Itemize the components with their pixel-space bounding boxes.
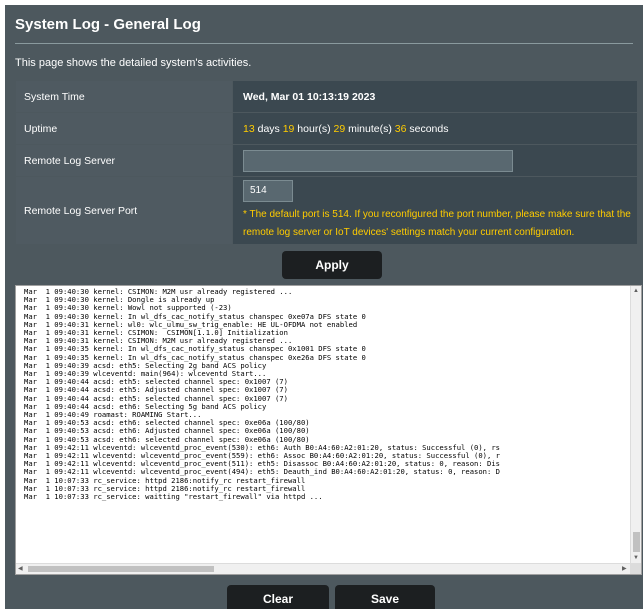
- scroll-up-icon[interactable]: ▲: [633, 288, 639, 294]
- scrollbar-corner: [630, 563, 641, 574]
- apply-button[interactable]: Apply: [282, 251, 382, 279]
- vertical-scrollbar[interactable]: ▲ ▼: [630, 286, 641, 564]
- horizontal-scrollbar[interactable]: ◀ ▶: [16, 563, 632, 574]
- title-divider: [15, 43, 633, 44]
- log-settings-table: System Time Wed, Mar 01 10:13:19 2023 Up…: [15, 80, 638, 245]
- log-content: Mar 1 09:40:30 kernel: CSIMON: M2M usr a…: [24, 288, 632, 558]
- uptime-value: 13 days 19 hour(s) 29 minute(s) 36 secon…: [232, 112, 638, 145]
- system-time-row: System Time Wed, Mar 01 10:13:19 2023: [15, 80, 638, 113]
- log-line: Mar 1 10:07:33 rc_service: waitting "res…: [24, 492, 323, 502]
- remote-log-server-port-cell: 514 * The default port is 514. If you re…: [232, 176, 638, 245]
- scroll-left-icon[interactable]: ◀: [18, 565, 23, 572]
- uptime-hours-unit: hour(s): [294, 122, 334, 135]
- page-title: System Log - General Log: [15, 16, 201, 33]
- scroll-down-icon[interactable]: ▼: [633, 555, 639, 561]
- uptime-days-unit: days: [254, 122, 283, 135]
- remote-log-server-port-row: Remote Log Server Port 514 * The default…: [15, 176, 638, 245]
- uptime-minutes: 29: [333, 122, 346, 135]
- uptime-label: Uptime: [15, 112, 233, 145]
- page-description: This page shows the detailed system's ac…: [15, 57, 252, 69]
- clear-button[interactable]: Clear: [227, 585, 329, 609]
- remote-log-server-row: Remote Log Server: [15, 144, 638, 177]
- save-button[interactable]: Save: [335, 585, 435, 609]
- uptime-row: Uptime 13 days 19 hour(s) 29 minute(s) 3…: [15, 112, 638, 145]
- remote-log-server-label: Remote Log Server: [15, 144, 233, 177]
- uptime-days: 13: [243, 122, 255, 135]
- remote-log-server-port-input[interactable]: 514: [243, 179, 293, 202]
- remote-log-server-port-label: Remote Log Server Port: [15, 176, 233, 245]
- system-time-value: Wed, Mar 01 10:13:19 2023: [232, 80, 638, 113]
- system-log-panel: System Log - General Log This page shows…: [5, 5, 643, 609]
- horizontal-scroll-thumb[interactable]: [28, 566, 214, 572]
- port-note: * The default port is 514. If you reconf…: [243, 208, 631, 238]
- log-textarea[interactable]: Mar 1 09:40:30 kernel: CSIMON: M2M usr a…: [15, 285, 642, 575]
- scroll-right-icon[interactable]: ▶: [622, 565, 627, 572]
- vertical-scroll-thumb[interactable]: [633, 532, 640, 552]
- system-time-label: System Time: [15, 80, 233, 113]
- remote-log-server-cell: [232, 144, 638, 177]
- uptime-minutes-unit: minute(s): [345, 122, 395, 135]
- remote-log-server-input[interactable]: [243, 149, 513, 172]
- uptime-seconds-unit: seconds: [406, 122, 449, 135]
- uptime-seconds: 36: [394, 122, 407, 135]
- uptime-hours: 19: [282, 122, 295, 135]
